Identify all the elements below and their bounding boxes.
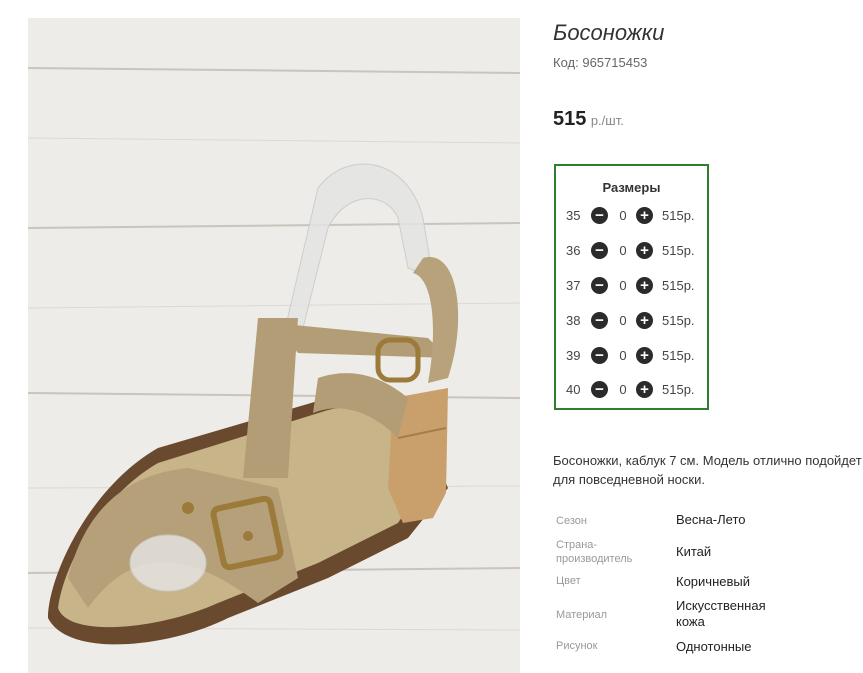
minus-circle-icon[interactable]: − [591,207,608,224]
size-label: 37 [566,278,581,293]
minus-circle-icon[interactable]: − [591,381,608,398]
minus-circle-icon[interactable]: − [591,347,608,364]
minus-circle-icon[interactable]: − [591,312,608,329]
property-key: Материал [556,609,607,621]
size-label: 40 [566,382,581,397]
product-photo[interactable] [28,18,520,673]
property-value: Китай [676,544,712,559]
plus-circle-icon[interactable]: + [636,381,653,398]
size-quantity: 0 [619,243,627,258]
property-value: Коричневый [676,574,750,589]
size-quantity: 0 [619,278,627,293]
price-value: 515 [553,108,587,130]
product-code-value: 965715453 [582,55,648,70]
size-price: 515р. [662,208,695,223]
size-quantity: 0 [619,208,627,223]
property-key: Страна-производитель [556,539,633,565]
size-quantity: 0 [619,348,627,363]
property-value: Весна-Лето [676,512,746,527]
product-description: Босоножки, каблук 7 см. Модель отлично п… [553,451,863,489]
property-value: Искусственная кожа [676,598,766,629]
property-key: Сезон [556,515,587,527]
size-label: 38 [566,313,581,328]
product-price: 515 р./шт. [553,108,624,131]
size-price: 515р. [662,382,695,397]
size-label: 36 [566,243,581,258]
sizes-heading: Размеры [602,180,661,195]
size-price: 515р. [662,348,695,363]
plus-circle-icon[interactable]: + [636,277,653,294]
size-price: 515р. [662,313,695,328]
minus-circle-icon[interactable]: − [591,242,608,259]
product-code-label: Код: [553,55,579,70]
size-quantity: 0 [619,382,627,397]
size-price: 515р. [662,278,695,293]
size-label: 39 [566,348,581,363]
product-title: Босоножки [553,20,665,45]
plus-circle-icon[interactable]: + [636,312,653,329]
product-code: Код: 965715453 [553,55,647,70]
size-quantity: 0 [619,313,627,328]
property-key: Рисунок [556,640,598,652]
price-unit: р./шт. [590,113,624,128]
plus-circle-icon[interactable]: + [636,207,653,224]
size-label: 35 [566,208,581,223]
property-key: Цвет [556,575,581,587]
description-line: для повседневной носки. [553,472,705,487]
minus-circle-icon[interactable]: − [591,277,608,294]
plus-circle-icon[interactable]: + [636,347,653,364]
size-price: 515р. [662,243,695,258]
description-line: Босоножки, каблук 7 см. Модель отлично п… [553,453,862,468]
property-value: Однотонные [676,639,752,654]
sizes-panel: Размеры 35 − 0 + 515р. 36 − 0 + 515р. 37… [554,164,709,410]
plus-circle-icon[interactable]: + [636,242,653,259]
